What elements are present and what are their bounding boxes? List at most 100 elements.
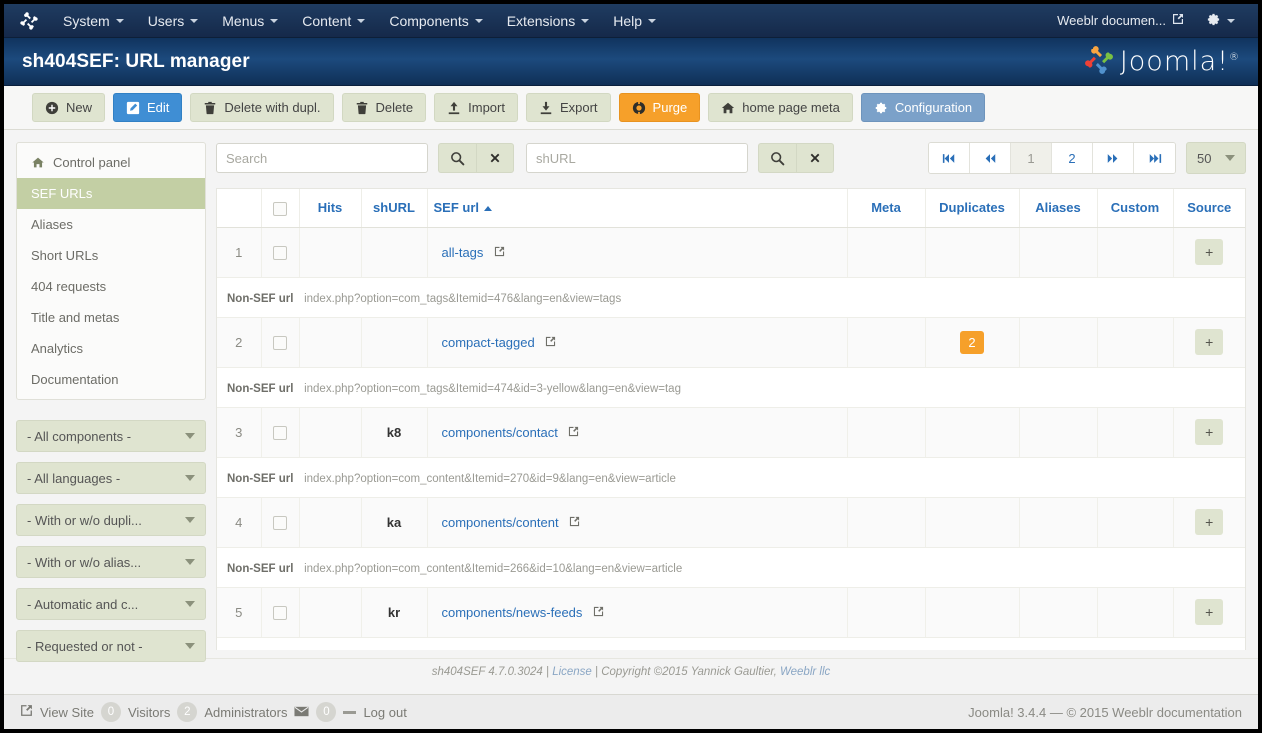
row-checkbox[interactable]: [273, 516, 287, 530]
th-sefurl[interactable]: SEF url: [427, 189, 847, 227]
duplicates-badge[interactable]: 2: [960, 331, 984, 354]
site-name-label: Weeblr documen...: [1057, 13, 1166, 28]
sidebar-item-label: SEF URLs: [31, 186, 92, 201]
sef-url-link[interactable]: components/news-feeds: [442, 605, 583, 620]
th-checkall[interactable]: [261, 189, 299, 227]
edit-button[interactable]: Edit: [113, 93, 182, 122]
sidebar-item-analytics[interactable]: Analytics: [17, 333, 205, 364]
row-checkbox[interactable]: [273, 246, 287, 260]
cell-checkbox[interactable]: [261, 497, 299, 547]
add-source-button[interactable]: +: [1195, 509, 1223, 535]
external-link-icon[interactable]: [494, 245, 505, 260]
sidebar-item-404-requests[interactable]: 404 requests: [17, 271, 205, 302]
table-row[interactable]: 1 all-tags +: [217, 227, 1245, 277]
joomla-logo-icon[interactable]: [18, 10, 40, 32]
shurl-clear-button[interactable]: [796, 143, 834, 173]
external-link-icon[interactable]: [545, 335, 556, 350]
logout-link[interactable]: Log out: [363, 705, 406, 720]
automatic-filter[interactable]: - Automatic and c...: [16, 588, 206, 620]
page-next-button[interactable]: [1093, 143, 1134, 173]
sidebar-item-documentation[interactable]: Documentation: [17, 364, 205, 395]
external-link-icon[interactable]: [593, 605, 604, 620]
search-submit-button[interactable]: [438, 143, 476, 173]
envelope-icon[interactable]: [294, 705, 309, 720]
sef-url-link[interactable]: all-tags: [442, 245, 484, 260]
sef-url-link[interactable]: components/content: [442, 515, 559, 530]
th-hits[interactable]: Hits: [299, 189, 361, 227]
table-row[interactable]: 5 kr components/news-feeds: [217, 587, 1245, 637]
delete-with-dupl-button[interactable]: Delete with dupl.: [190, 93, 333, 122]
add-source-button[interactable]: +: [1195, 239, 1223, 265]
export-button[interactable]: Export: [526, 93, 611, 122]
sef-url-link[interactable]: components/contact: [442, 425, 558, 440]
purge-button[interactable]: Purge: [619, 93, 701, 122]
sidebar-item-sef-urls[interactable]: SEF URLs: [17, 178, 205, 209]
th-duplicates[interactable]: Duplicates: [925, 189, 1019, 227]
import-button[interactable]: Import: [434, 93, 518, 122]
administrators-count-badge: 2: [177, 702, 197, 722]
sidebar-item-short-urls[interactable]: Short URLs: [17, 240, 205, 271]
menu-users[interactable]: Users: [137, 7, 210, 35]
page-2-button[interactable]: 2: [1052, 143, 1093, 173]
th-source[interactable]: Source: [1173, 189, 1245, 227]
language-filter[interactable]: - All languages -: [16, 462, 206, 494]
menu-system[interactable]: System: [52, 7, 135, 35]
cell-checkbox[interactable]: [261, 227, 299, 277]
shurl-input[interactable]: [526, 143, 748, 173]
duplicates-filter[interactable]: - With or w/o dupli...: [16, 504, 206, 536]
aliases-filter[interactable]: - With or w/o alias...: [16, 546, 206, 578]
delete-button[interactable]: Delete: [342, 93, 427, 122]
search-input[interactable]: [216, 143, 428, 173]
sidebar-item-aliases[interactable]: Aliases: [17, 209, 205, 240]
add-source-button[interactable]: +: [1195, 599, 1223, 625]
menu-extensions[interactable]: Extensions: [496, 7, 600, 35]
search-clear-button[interactable]: [476, 143, 514, 173]
page-first-button[interactable]: [929, 143, 970, 173]
license-link[interactable]: License: [552, 666, 592, 678]
row-checkbox[interactable]: [273, 426, 287, 440]
th-aliases[interactable]: Aliases: [1019, 189, 1097, 227]
shurl-search-button[interactable]: [758, 143, 796, 173]
cell-checkbox[interactable]: [261, 407, 299, 457]
sef-url-link[interactable]: compact-tagged: [442, 335, 535, 350]
view-site-link[interactable]: View Site: [40, 705, 94, 720]
external-link-icon: [1172, 13, 1184, 28]
chevron-down-icon: [1227, 19, 1235, 23]
table-row[interactable]: 3 k8 components/contact: [217, 407, 1245, 457]
external-link-icon[interactable]: [568, 425, 579, 440]
cell-sefurl: components/content: [427, 497, 847, 547]
select-all-checkbox[interactable]: [273, 202, 287, 216]
external-link-icon[interactable]: [569, 515, 580, 530]
requested-filter[interactable]: - Requested or not -: [16, 630, 206, 662]
th-meta[interactable]: Meta: [847, 189, 925, 227]
row-checkbox[interactable]: [273, 606, 287, 620]
th-custom[interactable]: Custom: [1097, 189, 1173, 227]
page-1-button[interactable]: 1: [1011, 143, 1052, 173]
cell-checkbox[interactable]: [261, 587, 299, 637]
new-button[interactable]: New: [32, 93, 105, 122]
table-row[interactable]: 4 ka components/content: [217, 497, 1245, 547]
menu-components[interactable]: Components: [378, 7, 493, 35]
cell-checkbox[interactable]: [261, 317, 299, 367]
per-page-select[interactable]: 50: [1186, 142, 1246, 174]
home-page-meta-button[interactable]: home page meta: [708, 93, 853, 122]
add-source-button[interactable]: +: [1195, 329, 1223, 355]
table-row[interactable]: 2 compact-tagged 2: [217, 317, 1245, 367]
configuration-button-label: Configuration: [895, 100, 972, 115]
page-prev-button[interactable]: [970, 143, 1011, 173]
th-shurl[interactable]: shURL: [361, 189, 427, 227]
menu-help[interactable]: Help: [602, 7, 667, 35]
configuration-button[interactable]: Configuration: [861, 93, 985, 122]
weeblr-link[interactable]: Weeblr llc: [780, 666, 830, 678]
menu-menus[interactable]: Menus: [211, 7, 289, 35]
component-filter[interactable]: - All components -: [16, 420, 206, 452]
sidebar-item-control-panel[interactable]: Control panel: [17, 147, 205, 178]
add-source-button[interactable]: +: [1195, 419, 1223, 445]
row-checkbox[interactable]: [273, 336, 287, 350]
sidebar-item-title-and-metas[interactable]: Title and metas: [17, 302, 205, 333]
cell-source: +: [1173, 497, 1245, 547]
page-last-button[interactable]: [1134, 143, 1175, 173]
site-name-link[interactable]: Weeblr documen...: [1048, 7, 1193, 34]
admin-settings-button[interactable]: [1197, 6, 1244, 36]
menu-content[interactable]: Content: [291, 7, 376, 35]
